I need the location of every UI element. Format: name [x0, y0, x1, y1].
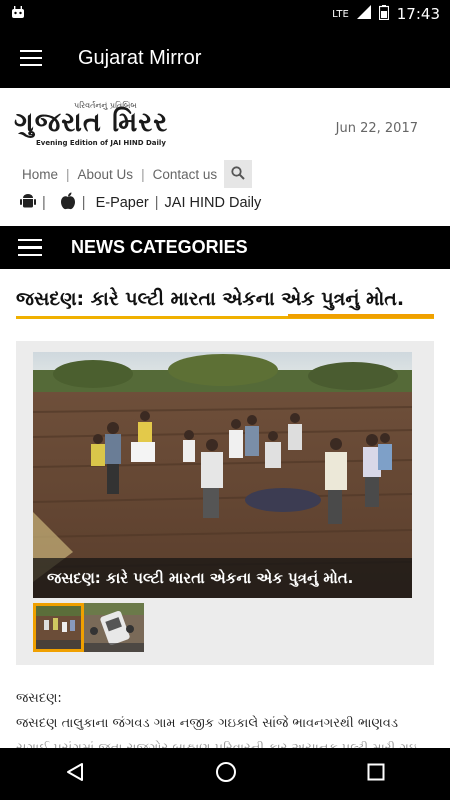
epaper-link[interactable]: E-Paper	[96, 195, 149, 211]
signal-icon	[356, 5, 371, 23]
news-categories-label: NEWS CATEGORIES	[71, 237, 248, 257]
site-logo[interactable]: પરિવર્તનનું પ્રતિબિંબ ગુજરાત મિરર Evenin…	[14, 101, 229, 147]
thumbnail-strip	[33, 603, 144, 652]
android-icon	[10, 5, 26, 23]
clock: 17:43	[396, 5, 440, 23]
nav-separator: |	[141, 166, 145, 182]
back-icon[interactable]	[65, 762, 85, 786]
app-bar: Gujarat Mirror	[0, 28, 450, 88]
categories-menu-icon[interactable]	[18, 238, 42, 257]
article-paragraph-line: જસદણ તાલુકાના જંગવડ ગામ નજીક ગઇકાલે સાંજ…	[16, 716, 398, 731]
main-photo[interactable]: જસદણ: કારે પલ્ટી મારતા એકના એક પુત્રનું …	[33, 352, 412, 598]
android-app-icon[interactable]	[20, 192, 36, 214]
thumbnail-2[interactable]	[84, 603, 144, 652]
menu-icon[interactable]	[20, 50, 42, 66]
article-headline: જસદણ: કારે પલ્ટી મારતા એકના એક પુત્રનું …	[16, 288, 405, 310]
app-separator: |	[154, 195, 159, 211]
apple-app-icon[interactable]	[60, 192, 76, 214]
network-type: LTE	[332, 8, 349, 20]
top-nav: Home | About Us | Contact us	[22, 160, 253, 188]
image-gallery: જસદણ: કારે પલ્ટી મારતા એકના એક પુત્રનું …	[16, 341, 434, 665]
jaihind-link[interactable]: JAI HIND Daily	[165, 195, 262, 211]
app-title: Gujarat Mirror	[78, 46, 202, 69]
battery-icon	[378, 4, 389, 24]
recents-icon[interactable]	[367, 763, 385, 785]
headline-underline-accent	[288, 314, 434, 318]
nav-about-link[interactable]: About Us	[78, 167, 134, 182]
nav-home-link[interactable]: Home	[22, 167, 58, 182]
app-links: | | E-Paper | JAI HIND Daily	[20, 192, 261, 214]
logo-subtitle: Evening Edition of JAI HIND Daily	[36, 139, 166, 147]
app-separator: |	[81, 195, 86, 211]
photo-caption: જસદણ: કારે પલ્ટી મારતા એકના એક પુત્રનું …	[33, 558, 412, 598]
header-date: Jun 22, 2017	[335, 121, 418, 136]
nav-contact-link[interactable]: Contact us	[153, 167, 218, 182]
system-nav-bar	[0, 748, 450, 800]
thumbnail-1[interactable]	[33, 603, 84, 652]
app-separator: |	[42, 195, 46, 211]
search-button[interactable]	[224, 160, 253, 188]
logo-text: ગુજરાત મિરર	[14, 107, 169, 138]
article-dateline: જસદણ:	[16, 691, 62, 706]
nav-separator: |	[66, 166, 70, 182]
search-icon	[231, 165, 245, 183]
site-header: પરિવર્તનનું પ્રતિબિંબ ગુજરાત મિરર Evenin…	[0, 88, 450, 226]
home-icon[interactable]	[215, 761, 237, 787]
status-bar: LTE 17:43	[0, 0, 450, 28]
news-categories-bar[interactable]: NEWS CATEGORIES	[0, 226, 450, 269]
